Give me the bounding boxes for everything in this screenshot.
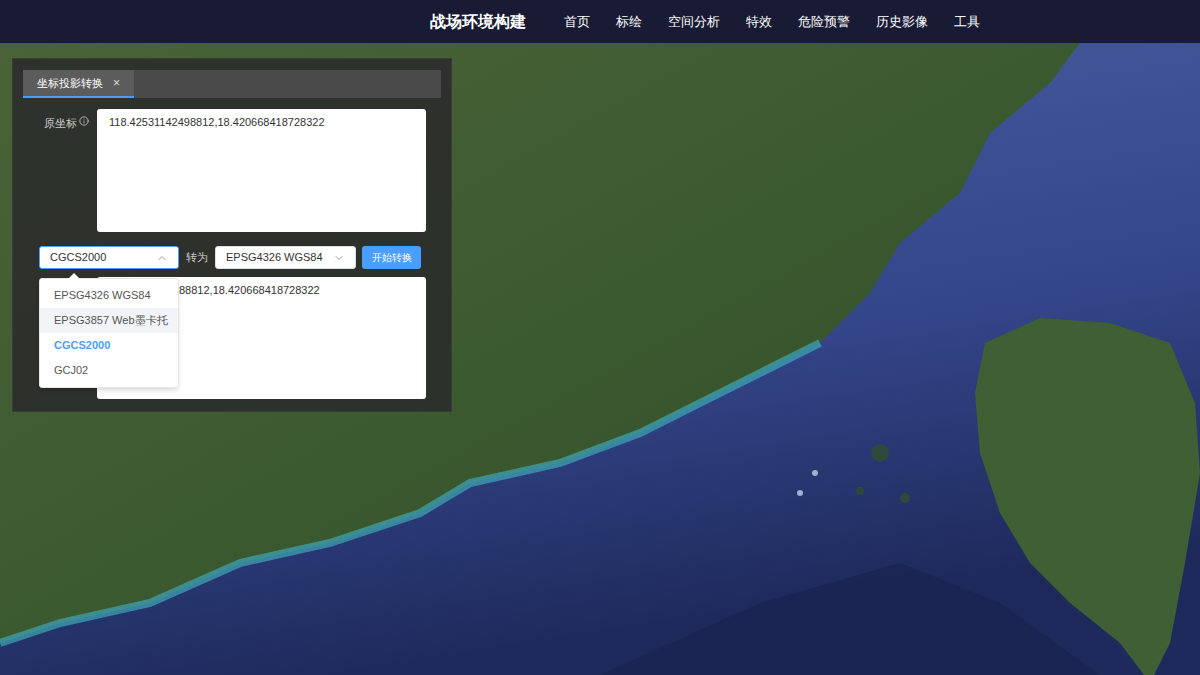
map-area: 坐标投影转换×原坐标118.42531142498812,18.42066841… xyxy=(0,43,1200,675)
nav-item[interactable]: 特效 xyxy=(746,12,772,32)
source-label: 原坐标 xyxy=(39,109,97,232)
dropdown-option[interactable]: CGCS2000 xyxy=(40,333,178,358)
chevron-down-icon xyxy=(333,252,345,264)
nav-item[interactable]: 工具 xyxy=(954,12,980,32)
top-nav-bar: 战场环境构建 首页 标绘 空间分析 特效 危险预警 历史影像 工具 xyxy=(0,0,1200,43)
panel-tab[interactable]: 坐标投影转换× xyxy=(23,70,134,98)
source-row: 原坐标118.42531142498812,18.420668418728322 xyxy=(39,109,426,232)
nav-menu: 首页 标绘 空间分析 特效 危险预警 历史影像 工具 xyxy=(564,12,980,32)
from-dropdown: EPSG4326 WGS84EPSG3857 Web墨卡托CGCS2000GCJ… xyxy=(39,278,179,388)
from-select[interactable]: CGCS2000 xyxy=(39,246,179,269)
chevron-up-icon xyxy=(156,252,168,264)
nav-item[interactable]: 首页 xyxy=(564,12,590,32)
panel-body: 原坐标118.42531142498812,18.420668418728322… xyxy=(13,98,451,399)
to-label: 转为 xyxy=(186,249,208,266)
tab-close-button[interactable]: × xyxy=(113,74,120,92)
convert-row: CGCS2000 转为 EPSG4326 WGS84 开始转换 xyxy=(39,246,426,269)
coordinate-panel: 坐标投影转换×原坐标118.42531142498812,18.42066841… xyxy=(12,58,452,412)
nav-item[interactable]: 危险预警 xyxy=(798,12,850,32)
source-textarea[interactable]: 118.42531142498812,18.420668418728322 xyxy=(97,109,426,232)
dropdown-option[interactable]: EPSG3857 Web墨卡托 xyxy=(40,308,178,333)
nav-item[interactable]: 历史影像 xyxy=(876,12,928,32)
dropdown-arrow xyxy=(68,273,80,279)
dropdown-option[interactable]: EPSG4326 WGS84 xyxy=(40,283,178,308)
to-select[interactable]: EPSG4326 WGS84 xyxy=(215,246,356,269)
nav-item[interactable]: 空间分析 xyxy=(668,12,720,32)
info-icon[interactable] xyxy=(79,116,89,126)
app-title: 战场环境构建 xyxy=(430,10,526,34)
tab-bar: 坐标投影转换× xyxy=(23,70,441,98)
app: 战场环境构建首页标绘空间分析特效危险预警历史影像工具坐标投影转换×原坐标118.… xyxy=(0,0,1200,675)
nav-item[interactable]: 标绘 xyxy=(616,12,642,32)
dropdown-option[interactable]: GCJ02 xyxy=(40,358,178,383)
convert-button[interactable]: 开始转换 xyxy=(362,246,421,269)
